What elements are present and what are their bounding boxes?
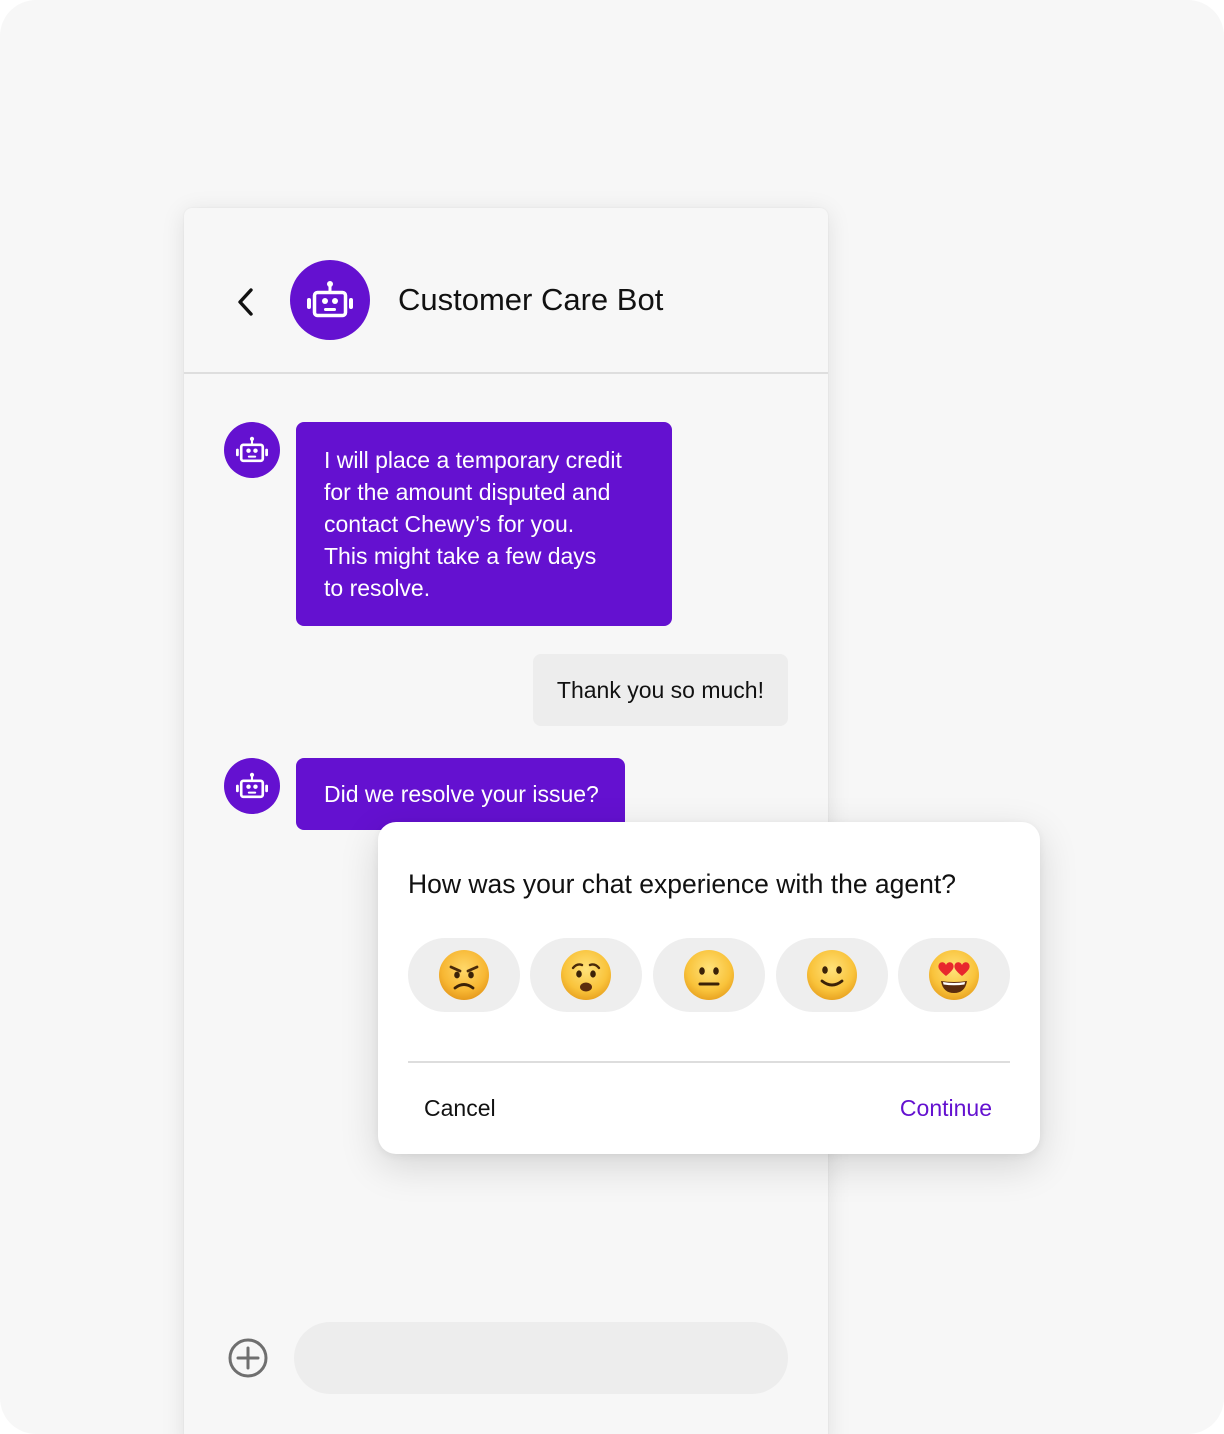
- chat-window: Customer Care Bot I will place a tempora…: [184, 208, 828, 1434]
- message-line: to resolve.: [324, 575, 431, 601]
- rating-worried-button[interactable]: [530, 938, 642, 1012]
- bot-message: Did we resolve your issue?: [296, 758, 625, 830]
- heart-eyes-face-icon: [929, 950, 979, 1000]
- chat-header: Customer Care Bot: [184, 208, 828, 374]
- message-input[interactable]: [294, 1322, 788, 1394]
- bot-message: I will place a temporary credit for the …: [296, 422, 672, 626]
- rating-question: How was your chat experience with the ag…: [408, 869, 956, 899]
- message-text: Thank you so much!: [556, 677, 764, 703]
- rating-smiling-button[interactable]: [776, 938, 888, 1012]
- message-text: Did we resolve your issue?: [324, 781, 599, 807]
- bot-avatar: [224, 422, 280, 478]
- rating-modal: How was your chat experience with the ag…: [378, 822, 1040, 1154]
- neutral-face-icon: [684, 950, 734, 1000]
- canvas: Customer Care Bot I will place a tempora…: [0, 0, 1224, 1434]
- chevron-left-icon: [238, 288, 253, 316]
- robot-icon: [307, 281, 353, 318]
- robot-icon: [236, 436, 268, 463]
- robot-icon: [236, 772, 268, 799]
- rating-heart-eyes-button[interactable]: [898, 938, 1010, 1012]
- modal-divider: [408, 1061, 1010, 1063]
- add-attachment-button[interactable]: [228, 1338, 268, 1378]
- back-button[interactable]: [228, 284, 264, 320]
- plus-circle-icon: [228, 1338, 268, 1378]
- bot-avatar: [290, 260, 370, 340]
- message-line: contact Chewy’s for you.: [324, 511, 575, 537]
- continue-button[interactable]: Continue: [900, 1092, 992, 1124]
- worried-face-icon: [561, 950, 611, 1000]
- bot-avatar: [224, 758, 280, 814]
- slightly-smiling-face-icon: [807, 950, 857, 1000]
- user-message: Thank you so much!: [532, 654, 788, 726]
- message-line: This might take a few days: [324, 543, 597, 569]
- angry-face-icon: [439, 950, 489, 1000]
- chat-title: Customer Care Bot: [398, 282, 664, 317]
- message-line: for the amount disputed and: [324, 479, 611, 505]
- cancel-button[interactable]: Cancel: [424, 1092, 496, 1124]
- rating-neutral-button[interactable]: [653, 938, 765, 1012]
- rating-angry-button[interactable]: [408, 938, 520, 1012]
- message-line: I will place a temporary credit: [324, 447, 622, 473]
